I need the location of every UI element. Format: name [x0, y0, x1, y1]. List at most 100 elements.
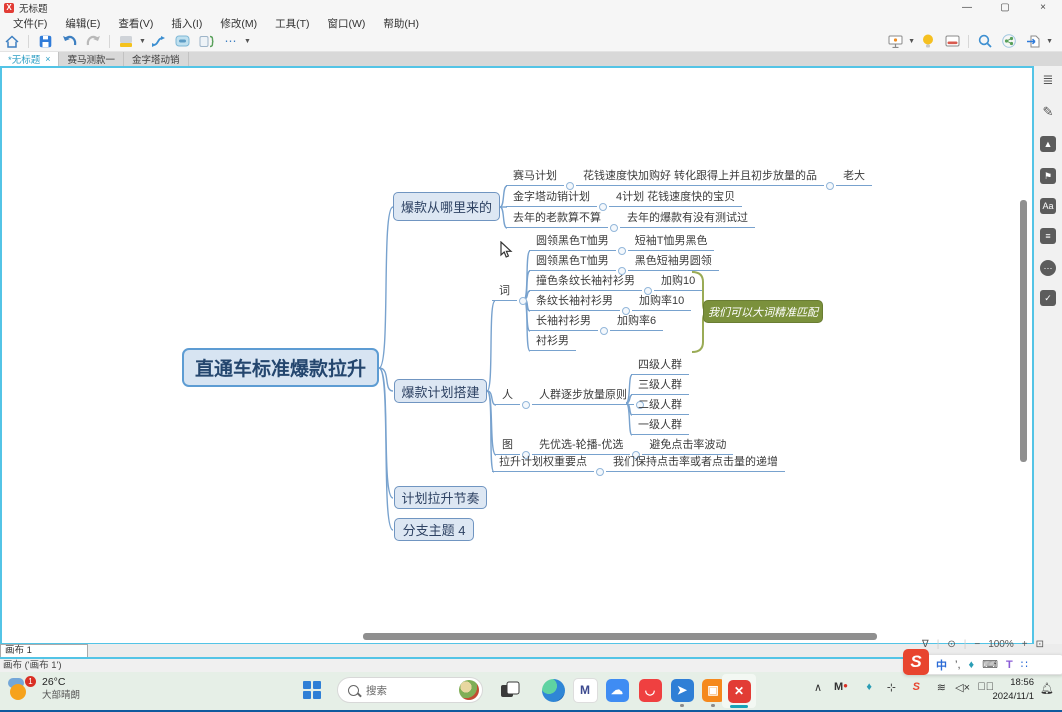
- ime-toolbox-icon[interactable]: ∷: [1021, 658, 1028, 671]
- ime-mic-icon[interactable]: ♦: [969, 659, 975, 671]
- topic-row[interactable]: 长袖衬衫男 加购率6: [529, 314, 663, 331]
- image-icon[interactable]: ▲: [1040, 136, 1056, 152]
- pitch-mode-icon[interactable]: [942, 32, 962, 50]
- topic-row[interactable]: 圆领黑色T恤男 短袖T恤男黑色: [529, 234, 714, 251]
- menu-edit[interactable]: 编辑(E): [56, 16, 109, 31]
- menu-window[interactable]: 窗口(W): [319, 16, 375, 31]
- more-dropdown-icon[interactable]: ▼: [244, 38, 251, 45]
- sogou-logo-icon[interactable]: S: [903, 649, 929, 675]
- export-dropdown-icon[interactable]: ▼: [1046, 38, 1053, 45]
- taskbar-search[interactable]: 搜索: [337, 677, 483, 703]
- text-style-icon[interactable]: Aa: [1040, 198, 1056, 214]
- collapse-icon[interactable]: [826, 182, 834, 190]
- menu-modify[interactable]: 修改(M): [211, 16, 266, 31]
- marker-flag-icon[interactable]: ⚑: [1040, 168, 1056, 184]
- sheet-tab[interactable]: 画布 1: [0, 644, 88, 657]
- branch-hot-item-plan-build[interactable]: 爆款计划搭建: [394, 379, 487, 403]
- close-button[interactable]: ×: [1024, 0, 1062, 15]
- start-button[interactable]: [303, 681, 321, 699]
- cloud-drive-icon[interactable]: ☁: [604, 677, 630, 703]
- vertical-scrollbar[interactable]: [1020, 200, 1027, 462]
- central-topic[interactable]: 直通车标准爆款拉升: [182, 348, 379, 387]
- share-icon[interactable]: [999, 32, 1019, 50]
- ime-keyboard-icon[interactable]: ⌨: [982, 658, 998, 671]
- menu-help[interactable]: 帮助(H): [374, 16, 428, 31]
- maximize-button[interactable]: ▢: [986, 0, 1024, 15]
- topic-word[interactable]: 词: [492, 284, 529, 301]
- summary-callout[interactable]: 我们可以大词精准匹配: [703, 300, 823, 323]
- topic-row[interactable]: 圆领黑色T恤男 黑色短袖男圆领: [529, 254, 719, 271]
- menu-file[interactable]: 文件(F): [4, 16, 56, 31]
- pointer-app-icon[interactable]: ➤: [669, 677, 695, 703]
- task-icon[interactable]: ✓: [1040, 290, 1056, 306]
- eye-icon[interactable]: ⊙: [947, 639, 955, 650]
- volume-muted-icon[interactable]: ◁×: [955, 681, 970, 694]
- outline-icon[interactable]: ≣: [1040, 72, 1056, 88]
- collapse-icon[interactable]: [596, 468, 604, 476]
- weather-widget[interactable]: 1 26°C 大部晴朗: [8, 676, 80, 702]
- collapse-icon[interactable]: [599, 203, 607, 211]
- relationship-icon[interactable]: [149, 32, 169, 50]
- zoom-in-button[interactable]: +: [1022, 639, 1028, 650]
- boundary-icon[interactable]: [173, 32, 193, 50]
- notification-bell-icon[interactable]: 🔔︎: [1040, 682, 1054, 695]
- app-m-icon[interactable]: M: [572, 677, 598, 703]
- tab-jinzita[interactable]: 金字塔动销: [124, 52, 189, 66]
- topic-row[interactable]: 四级人群: [631, 358, 689, 375]
- tab-saima[interactable]: 赛马测款一: [59, 52, 124, 66]
- undo-icon[interactable]: [59, 32, 79, 50]
- presentation-icon[interactable]: [885, 32, 905, 50]
- mindmap-canvas[interactable]: [0, 66, 1034, 645]
- export-icon[interactable]: [1023, 32, 1043, 50]
- topic-row[interactable]: 衬衫男: [529, 334, 576, 351]
- topic-row[interactable]: 一级人群: [631, 418, 689, 435]
- ime-skin-icon[interactable]: T: [1006, 659, 1013, 671]
- branch-where-hot-items-come-from[interactable]: 爆款从哪里来的: [393, 192, 500, 221]
- tray-snip-icon[interactable]: ⊹: [887, 681, 896, 694]
- menu-view[interactable]: 查看(V): [109, 16, 162, 31]
- topic-row[interactable]: 二级人群: [631, 398, 689, 415]
- collapse-icon[interactable]: [522, 401, 530, 409]
- topic-image[interactable]: 图 先优选-轮播-优选 避免点击率波动: [495, 438, 733, 455]
- notes-icon[interactable]: ≡: [1040, 228, 1056, 244]
- wifi-icon[interactable]: ≋: [937, 681, 946, 694]
- tray-sogou-icon[interactable]: S: [913, 681, 920, 693]
- zoom-out-button[interactable]: −: [974, 639, 980, 650]
- lightbulb-icon[interactable]: [918, 32, 938, 50]
- tab-untitled[interactable]: *无标题×: [0, 52, 59, 66]
- more-icon[interactable]: ⋯: [221, 32, 241, 50]
- menu-tools[interactable]: 工具(T): [266, 16, 318, 31]
- minimize-button[interactable]: —: [948, 0, 986, 15]
- collapse-icon[interactable]: [610, 224, 618, 232]
- topic-row[interactable]: 条纹长袖衬衫男 加购率10: [529, 294, 691, 311]
- topic-row[interactable]: 金字塔动销计划 4计划 花钱速度快的宝贝: [506, 190, 742, 207]
- topic-weight[interactable]: 拉升计划权重要点 我们保持点击率或者点击量的递增: [492, 455, 785, 472]
- fit-view-button[interactable]: ⊡: [1036, 639, 1044, 650]
- ime-lang-indicator[interactable]: 中: [936, 657, 947, 673]
- taskbar-clock[interactable]: 18:56 2024/11/1: [992, 676, 1034, 704]
- marker-icon[interactable]: [116, 32, 136, 50]
- tray-chevron-icon[interactable]: ∧: [814, 681, 822, 694]
- tab-close-icon[interactable]: ×: [45, 54, 50, 64]
- collapse-icon[interactable]: [519, 297, 527, 305]
- topic-row[interactable]: 撞色条纹长袖衬衫男 加购10: [529, 274, 702, 291]
- save-icon[interactable]: [35, 32, 55, 50]
- xmind-app-icon[interactable]: ✕: [722, 674, 756, 708]
- task-view-button[interactable]: [497, 677, 523, 703]
- presentation-dropdown-icon[interactable]: ▼: [908, 38, 915, 45]
- topic-row[interactable]: 赛马计划 花钱速度快加购好 转化跟得上并且初步放量的品 老大: [506, 169, 872, 186]
- comments-icon[interactable]: ⋯: [1040, 260, 1056, 276]
- summary-icon[interactable]: [197, 32, 217, 50]
- tray-mic-icon[interactable]: ♦: [866, 681, 872, 693]
- branch-subtopic-4[interactable]: 分支主题 4: [394, 518, 474, 541]
- topic-row[interactable]: 去年的老款算不算 去年的爆款有没有测试过: [506, 211, 755, 228]
- tray-m-icon[interactable]: M●: [834, 681, 848, 693]
- ime-punctuation[interactable]: ’,: [955, 659, 961, 671]
- edge-browser-icon[interactable]: [540, 677, 566, 703]
- redo-icon[interactable]: [83, 32, 103, 50]
- search-highlight-avatar[interactable]: [459, 680, 479, 700]
- marker-dropdown-icon[interactable]: ▼: [139, 38, 146, 45]
- home-icon[interactable]: [2, 32, 22, 50]
- horizontal-scrollbar[interactable]: [363, 633, 877, 640]
- menu-insert[interactable]: 插入(I): [162, 16, 211, 31]
